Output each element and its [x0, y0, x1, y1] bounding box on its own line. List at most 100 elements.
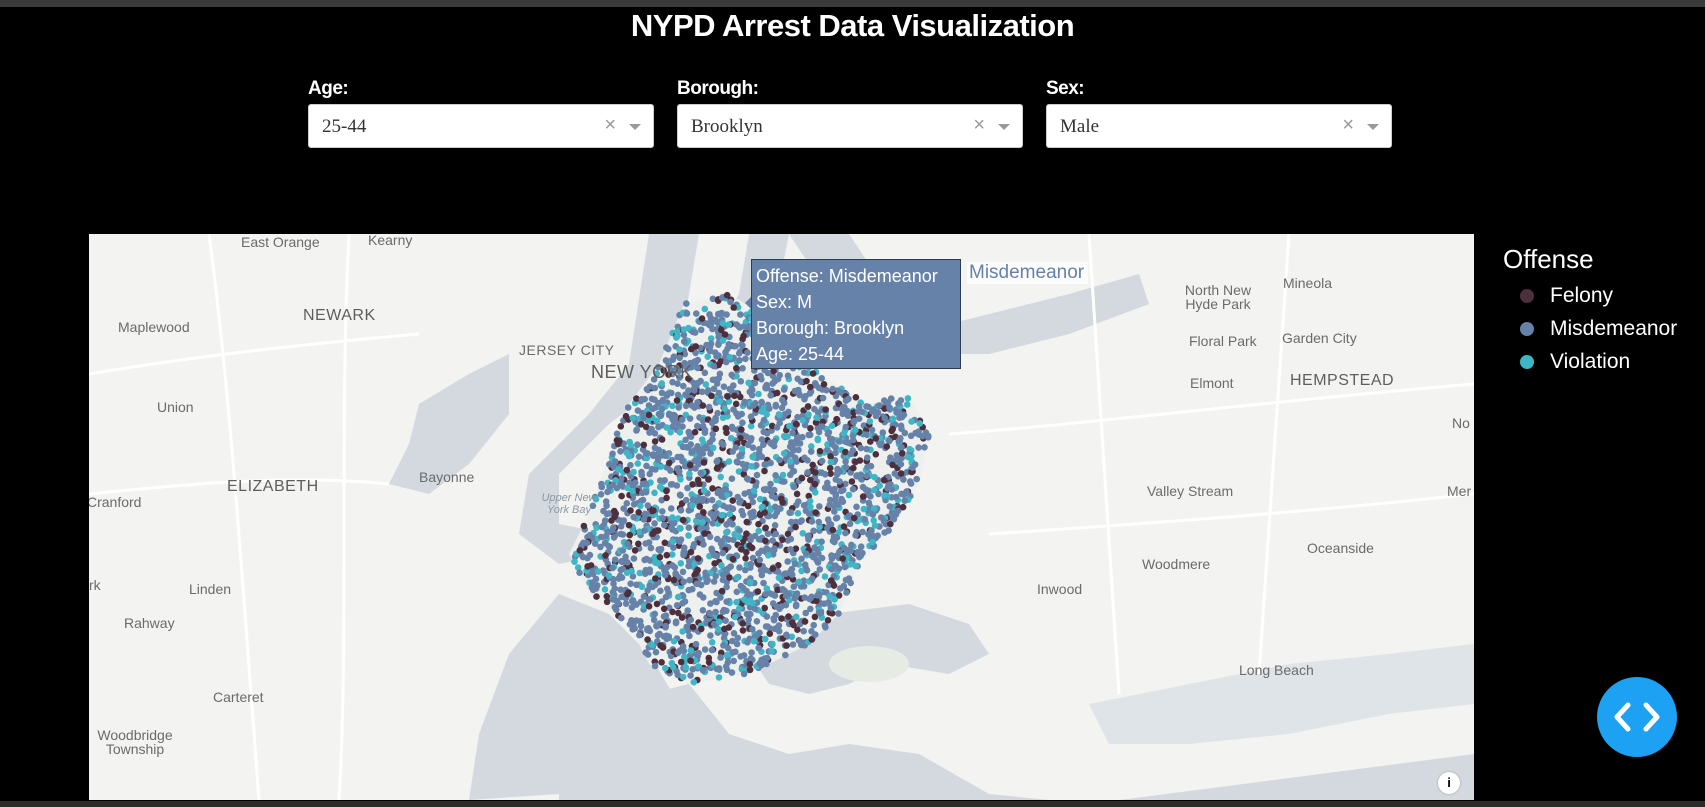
arrest-point[interactable]	[847, 450, 855, 458]
arrest-point[interactable]	[723, 583, 730, 591]
arrest-point[interactable]	[661, 521, 668, 529]
arrest-point[interactable]	[807, 503, 814, 511]
arrest-point[interactable]	[737, 378, 745, 385]
arrest-point[interactable]	[696, 503, 703, 510]
arrest-point[interactable]	[889, 425, 896, 433]
arrest-point[interactable]	[771, 625, 779, 633]
arrest-point[interactable]	[639, 489, 646, 497]
arrest-point[interactable]	[641, 570, 649, 577]
arrest-point[interactable]	[829, 526, 837, 534]
arrest-point[interactable]	[736, 357, 743, 364]
arrest-point[interactable]	[669, 663, 677, 671]
arrest-point[interactable]	[696, 480, 703, 488]
arrest-point[interactable]	[715, 625, 722, 633]
arrest-point[interactable]	[773, 389, 781, 397]
arrest-point[interactable]	[709, 485, 716, 492]
arrest-point[interactable]	[747, 536, 754, 544]
arrest-point[interactable]	[733, 640, 741, 648]
arrest-point[interactable]	[648, 395, 656, 403]
arrest-point[interactable]	[881, 492, 889, 499]
arrest-point[interactable]	[870, 505, 878, 512]
arrest-point[interactable]	[841, 563, 849, 571]
arrest-point[interactable]	[571, 558, 578, 565]
arrest-point[interactable]	[839, 404, 847, 411]
arrest-point[interactable]	[623, 569, 631, 576]
arrest-point[interactable]	[617, 423, 625, 430]
arrest-point[interactable]	[800, 502, 808, 509]
arrest-point[interactable]	[630, 513, 637, 521]
arrest-point[interactable]	[679, 600, 686, 607]
arrest-point[interactable]	[872, 435, 880, 442]
arrest-point[interactable]	[717, 654, 724, 661]
arrest-point[interactable]	[687, 647, 695, 654]
arrest-point[interactable]	[631, 547, 639, 554]
arrest-point[interactable]	[812, 509, 819, 516]
arrest-point[interactable]	[592, 585, 600, 592]
arrest-point[interactable]	[898, 444, 905, 451]
arrest-point[interactable]	[850, 464, 857, 472]
arrest-point[interactable]	[809, 370, 817, 377]
sex-dropdown[interactable]: Male ×	[1046, 104, 1392, 148]
arrest-point[interactable]	[808, 593, 815, 601]
arrest-point[interactable]	[725, 536, 732, 543]
arrest-point[interactable]	[715, 674, 723, 681]
arrest-point[interactable]	[691, 428, 699, 436]
arrest-point[interactable]	[592, 575, 600, 583]
arrest-point[interactable]	[831, 596, 838, 603]
arrest-point[interactable]	[738, 445, 746, 453]
arrest-point[interactable]	[744, 502, 752, 510]
arrest-point[interactable]	[659, 515, 666, 522]
arrest-point[interactable]	[685, 444, 692, 451]
arrest-point[interactable]	[719, 337, 727, 344]
arrest-point[interactable]	[903, 401, 911, 408]
arrest-point[interactable]	[909, 464, 916, 471]
arrest-point[interactable]	[813, 414, 820, 421]
arrest-point[interactable]	[913, 475, 920, 483]
arrest-point[interactable]	[707, 632, 714, 639]
arrest-point[interactable]	[763, 654, 771, 662]
arrest-point[interactable]	[852, 426, 859, 434]
arrest-point[interactable]	[663, 344, 670, 351]
arrest-point[interactable]	[794, 510, 802, 517]
arrest-point[interactable]	[787, 546, 794, 553]
arrest-point[interactable]	[605, 572, 613, 579]
arrest-point[interactable]	[707, 450, 714, 457]
arrest-point[interactable]	[642, 649, 649, 656]
arrest-point[interactable]	[782, 601, 790, 609]
arrest-point[interactable]	[723, 291, 731, 299]
arrest-point[interactable]	[869, 538, 876, 546]
arrest-point[interactable]	[815, 428, 823, 436]
arrest-point[interactable]	[739, 342, 746, 349]
arrest-point[interactable]	[814, 435, 822, 443]
arrest-point[interactable]	[764, 369, 772, 377]
arrest-point[interactable]	[840, 430, 848, 437]
arrest-point[interactable]	[610, 524, 617, 531]
arrest-point[interactable]	[710, 578, 718, 585]
arrest-point[interactable]	[881, 414, 888, 422]
arrest-point[interactable]	[739, 511, 747, 519]
arrest-point[interactable]	[701, 646, 709, 653]
arrest-point[interactable]	[915, 431, 923, 438]
arrest-point[interactable]	[750, 637, 758, 645]
arrest-point[interactable]	[697, 469, 704, 477]
arrest-point[interactable]	[737, 497, 744, 505]
arrest-point[interactable]	[680, 382, 687, 390]
arrest-point[interactable]	[756, 556, 764, 564]
arrest-point[interactable]	[801, 618, 809, 625]
arrest-point[interactable]	[625, 521, 633, 529]
arrest-point[interactable]	[689, 496, 697, 503]
arrest-point[interactable]	[863, 472, 871, 480]
arrest-point[interactable]	[867, 438, 874, 445]
arrest-point[interactable]	[723, 311, 730, 318]
arrest-point[interactable]	[604, 488, 611, 496]
arrest-point[interactable]	[760, 428, 767, 436]
arrest-point[interactable]	[652, 451, 659, 459]
arrest-point[interactable]	[769, 380, 776, 387]
arrest-point[interactable]	[742, 324, 750, 331]
arrest-point[interactable]	[618, 593, 625, 601]
arrest-point[interactable]	[748, 493, 755, 501]
arrest-point[interactable]	[717, 594, 724, 601]
arrest-point[interactable]	[644, 636, 651, 643]
arrest-point[interactable]	[618, 492, 625, 500]
arrest-point[interactable]	[676, 429, 684, 436]
